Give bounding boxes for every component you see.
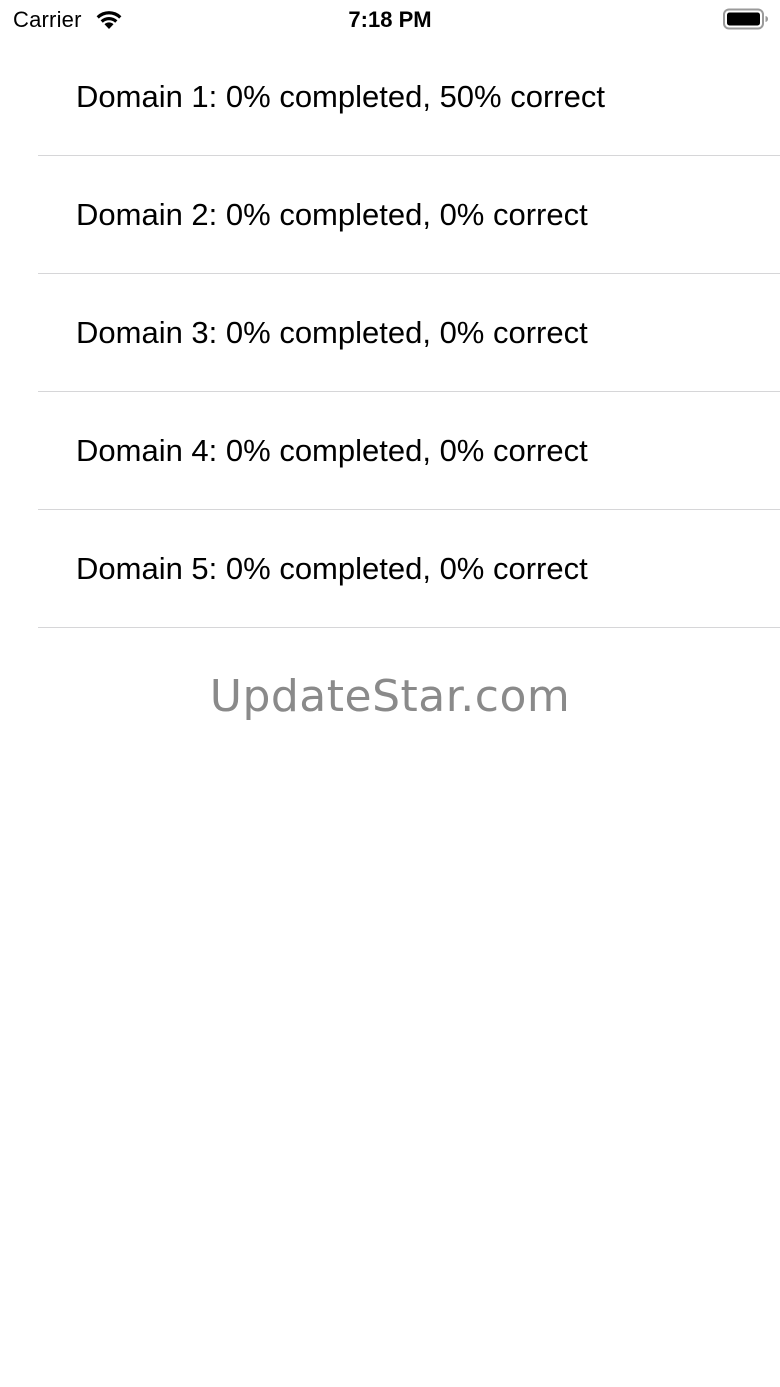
row-separator [38,627,780,628]
domain-list: Domain 1: 0% completed, 50% correct Doma… [0,38,780,628]
list-item-domain-4[interactable]: Domain 4: 0% completed, 0% correct [0,392,780,510]
list-item-domain-2[interactable]: Domain 2: 0% completed, 0% correct [0,156,780,274]
list-item-label: Domain 5: 0% completed, 0% correct [76,551,588,586]
list-item-label: Domain 4: 0% completed, 0% correct [76,433,588,468]
list-item-label: Domain 3: 0% completed, 0% correct [76,315,588,350]
battery-icon [723,8,768,30]
list-item-domain-1[interactable]: Domain 1: 0% completed, 50% correct [0,38,780,156]
list-item-label: Domain 1: 0% completed, 50% correct [76,79,605,114]
clock: 7:18 PM [348,7,432,32]
list-item-domain-3[interactable]: Domain 3: 0% completed, 0% correct [0,274,780,392]
status-bar: Carrier 7:18 PM [0,0,780,40]
list-item-domain-5[interactable]: Domain 5: 0% completed, 0% correct [0,510,780,628]
watermark: UpdateStar.com [209,671,571,722]
list-item-label: Domain 2: 0% completed, 0% correct [76,197,588,232]
